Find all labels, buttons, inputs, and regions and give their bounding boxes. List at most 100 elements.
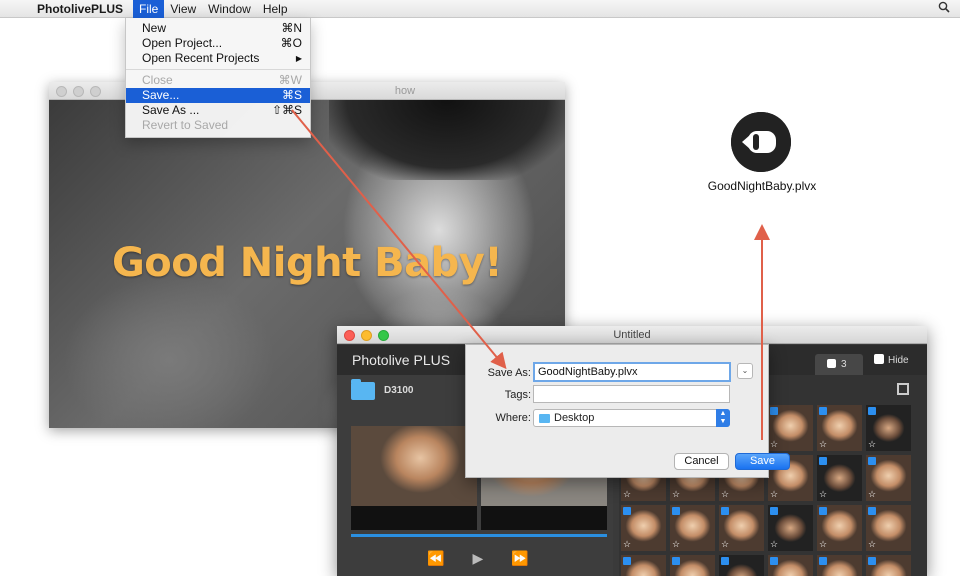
cancel-button[interactable]: Cancel: [674, 453, 729, 470]
star-icon[interactable]: ☆: [672, 539, 680, 550]
checkbox-icon[interactable]: [868, 507, 876, 515]
checkbox-icon[interactable]: [819, 457, 827, 465]
checkbox-icon[interactable]: [819, 507, 827, 515]
window-title: Untitled: [613, 329, 651, 341]
photo-thumbnail[interactable]: ☆: [719, 505, 764, 551]
menu-item-save[interactable]: Save... ⌘S: [126, 88, 310, 103]
where-select[interactable]: Desktop ▲ ▼: [533, 409, 730, 427]
checkbox-icon[interactable]: [819, 407, 827, 415]
play-icon[interactable]: ▶: [472, 550, 483, 567]
menu-item-label: Close: [142, 73, 173, 87]
photo-thumbnail[interactable]: ☆: [719, 555, 764, 576]
zoom-icon[interactable]: [90, 86, 101, 97]
shortcut-label: ⌘N: [281, 21, 302, 35]
magnifier-icon[interactable]: [938, 1, 950, 16]
checkbox-icon[interactable]: [868, 557, 876, 565]
menu-item-save-as[interactable]: Save As ... ⇧⌘S: [126, 103, 310, 118]
menu-help[interactable]: Help: [257, 0, 294, 18]
stepper-icon[interactable]: ▲ ▼: [716, 409, 730, 427]
star-icon[interactable]: ☆: [770, 489, 778, 500]
checkbox-icon[interactable]: [770, 557, 778, 565]
select-all-checkbox[interactable]: [897, 383, 909, 395]
checkbox-icon[interactable]: [623, 557, 631, 565]
photo-thumbnail[interactable]: ☆: [670, 555, 715, 576]
chevron-down-icon[interactable]: ⌄: [737, 363, 753, 379]
menu-window[interactable]: Window: [202, 0, 257, 18]
star-icon[interactable]: ☆: [819, 439, 827, 450]
photo-thumbnail[interactable]: ☆: [866, 505, 911, 551]
checkbox-icon[interactable]: [721, 557, 729, 565]
photo-thumbnail[interactable]: ☆: [768, 505, 813, 551]
photo-thumbnail[interactable]: ☆: [817, 505, 862, 551]
video-thumbnail[interactable]: [351, 426, 477, 506]
photo-thumbnail[interactable]: ☆: [866, 555, 911, 576]
app-brand: Photolive PLUS: [352, 352, 451, 368]
fast-forward-icon[interactable]: ⏩: [511, 550, 528, 567]
star-icon[interactable]: ☆: [770, 539, 778, 550]
app-menu[interactable]: PhotolivePLUS: [30, 2, 133, 16]
checkbox-icon[interactable]: [623, 507, 631, 515]
checkbox-icon[interactable]: [672, 507, 680, 515]
star-icon[interactable]: ☆: [770, 439, 778, 450]
menu-bar: PhotolivePLUS File View Window Help: [0, 0, 960, 18]
photo-thumbnail[interactable]: ☆: [768, 405, 813, 451]
window-titlebar[interactable]: Untitled: [337, 326, 927, 344]
photo-thumbnail[interactable]: ☆: [621, 505, 666, 551]
menu-view[interactable]: View: [164, 0, 202, 18]
file-name-label[interactable]: GoodNightBaby.plvx: [672, 179, 852, 193]
submenu-arrow-icon: ▶: [295, 54, 302, 63]
save-as-input[interactable]: [533, 362, 731, 382]
photo-thumbnail[interactable]: ☆: [817, 555, 862, 576]
folder-icon: [539, 414, 550, 423]
photo-thumbnail[interactable]: ☆: [817, 455, 862, 501]
progress-bar[interactable]: [351, 534, 607, 537]
star-icon[interactable]: ☆: [819, 539, 827, 550]
menu-item-open-recent[interactable]: Open Recent Projects ▶: [126, 51, 310, 66]
menu-item-new[interactable]: New ⌘N: [126, 21, 310, 36]
photo-thumbnail[interactable]: ☆: [670, 505, 715, 551]
plvx-document-icon[interactable]: [731, 112, 791, 172]
menu-file[interactable]: File: [133, 0, 165, 18]
checkbox-icon[interactable]: [868, 457, 876, 465]
photo-thumbnail[interactable]: ☆: [768, 555, 813, 576]
save-as-label: Save As:: [487, 367, 531, 379]
folder-icon[interactable]: [351, 379, 375, 400]
star-icon[interactable]: ☆: [868, 439, 876, 450]
star-icon[interactable]: ☆: [623, 489, 631, 500]
tab-count: 3: [841, 359, 847, 370]
star-icon[interactable]: ☆: [868, 539, 876, 550]
photo-thumbnail[interactable]: ☆: [621, 555, 666, 576]
photo-thumbnail[interactable]: ☆: [866, 405, 911, 451]
checkbox-icon[interactable]: [868, 407, 876, 415]
folder-name[interactable]: D3100: [384, 385, 413, 396]
menu-item-label: Save...: [142, 88, 180, 102]
star-icon[interactable]: ☆: [672, 489, 680, 500]
tags-input[interactable]: [533, 385, 730, 403]
rewind-icon[interactable]: ⏪: [427, 550, 444, 567]
star-icon[interactable]: ☆: [868, 489, 876, 500]
star-icon[interactable]: ☆: [623, 539, 631, 550]
photo-thumbnail[interactable]: ☆: [817, 405, 862, 451]
menu-item-label: Open Project...: [142, 36, 223, 50]
checkbox-icon[interactable]: [770, 507, 778, 515]
menu-item-open-project[interactable]: Open Project... ⌘O: [126, 36, 310, 51]
close-icon[interactable]: [56, 86, 67, 97]
menu-item-revert: Revert to Saved: [126, 118, 310, 133]
checkbox-icon[interactable]: [874, 354, 884, 364]
filmstrip: [351, 506, 607, 530]
tab-selection[interactable]: 3: [815, 354, 863, 376]
checkbox-icon[interactable]: [770, 407, 778, 415]
checkbox-icon[interactable]: [819, 557, 827, 565]
star-icon[interactable]: ☆: [721, 489, 729, 500]
star-icon[interactable]: ☆: [819, 489, 827, 500]
star-icon[interactable]: ☆: [721, 539, 729, 550]
hide-toggle[interactable]: Hide: [874, 354, 909, 366]
shortcut-label: ⌘O: [280, 36, 302, 50]
checkbox-icon[interactable]: [672, 557, 680, 565]
minimize-icon[interactable]: [73, 86, 84, 97]
checkbox-icon[interactable]: [827, 359, 836, 368]
photo-thumbnail[interactable]: ☆: [866, 455, 911, 501]
tags-label: Tags:: [504, 389, 531, 401]
checkbox-icon[interactable]: [721, 507, 729, 515]
save-button[interactable]: Save: [735, 453, 790, 470]
